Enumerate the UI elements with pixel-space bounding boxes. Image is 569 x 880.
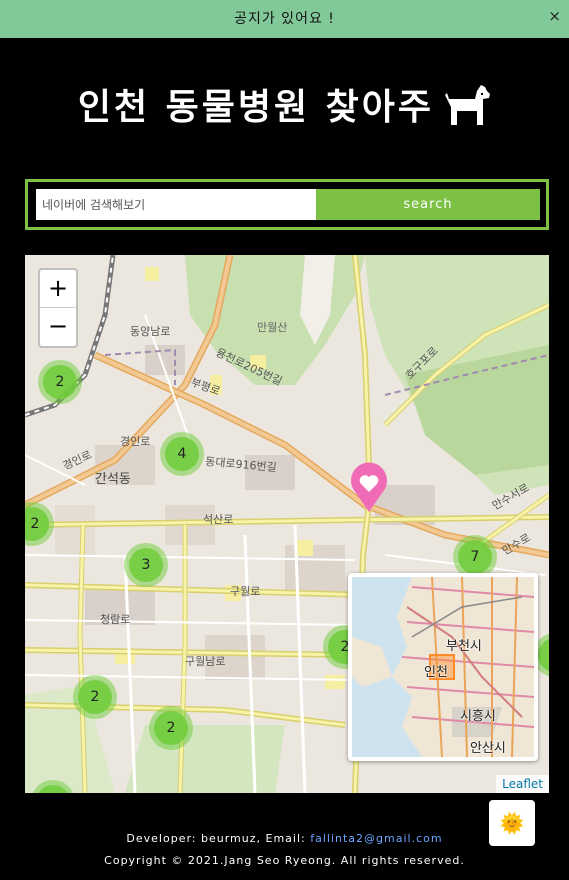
street-label: 구월로: [230, 585, 260, 598]
notice-bar: 공지가 있어요 ! ×: [0, 0, 569, 38]
map[interactable]: 동양남로 경인로 용천로205번길 부평로 경인로 동대로916번길 간석동 석…: [25, 255, 549, 793]
developer-text: Developer: beurmuz, Email:: [126, 832, 311, 845]
marker-cluster[interactable]: 2: [149, 706, 193, 750]
cluster-count: 4: [165, 437, 199, 471]
email-link[interactable]: fallinta2@gmail.com: [310, 832, 442, 845]
cluster-count: 2: [154, 711, 188, 745]
street-label: 청람로: [100, 613, 130, 626]
marker-cluster[interactable]: 3: [124, 543, 168, 587]
street-label: 경인로: [61, 448, 94, 473]
search-input[interactable]: [36, 189, 316, 220]
cluster-count: [538, 638, 549, 672]
marker-cluster[interactable]: 2: [38, 360, 82, 404]
cluster-count: 2: [78, 680, 112, 714]
marker-cluster[interactable]: 4: [160, 432, 204, 476]
footer-developer: Developer: beurmuz, Email: fallinta2@gma…: [0, 832, 569, 845]
street-label: 구월남로: [185, 655, 225, 668]
search-button[interactable]: search: [316, 189, 540, 220]
street-label: 석산로: [203, 513, 233, 526]
zoom-out-button[interactable]: −: [40, 308, 76, 346]
cluster-count: 7: [458, 540, 492, 574]
heart-pin-icon[interactable]: [349, 460, 389, 512]
cluster-count: 2: [43, 365, 77, 399]
street-label: 동양남로: [130, 325, 170, 338]
page-header: 인천 동물병원 찾아주: [0, 78, 569, 134]
minimap-label: 시흥시: [460, 709, 496, 724]
dog-icon: [445, 85, 491, 125]
cluster-count: 3: [129, 548, 163, 582]
page-title: 인천 동물병원 찾아주: [77, 87, 435, 128]
footer-copyright: Copyright © 2021.Jang Seo Ryeong. All ri…: [104, 854, 465, 867]
zoom-in-button[interactable]: +: [40, 270, 76, 308]
marker-cluster[interactable]: 2: [73, 675, 117, 719]
mountain-label: 만월산: [257, 321, 287, 334]
district-label: 간석동: [95, 472, 131, 487]
close-icon[interactable]: ×: [548, 7, 561, 25]
zoom-control: + −: [38, 268, 78, 348]
search-bar: search: [25, 179, 549, 230]
notice-text[interactable]: 공지가 있어요 !: [0, 8, 569, 28]
minimap[interactable]: 부천시 인천 시흥시 안산시: [348, 573, 538, 761]
leaflet-attribution-link[interactable]: Leaflet: [496, 775, 549, 793]
minimap-label: 안산시: [470, 741, 506, 756]
cluster-count: [36, 785, 70, 793]
minimap-label: 인천: [424, 665, 448, 680]
cluster-count: 2: [25, 507, 49, 541]
street-label: 경인로: [120, 435, 150, 448]
minimap-label: 부천시: [446, 639, 482, 654]
